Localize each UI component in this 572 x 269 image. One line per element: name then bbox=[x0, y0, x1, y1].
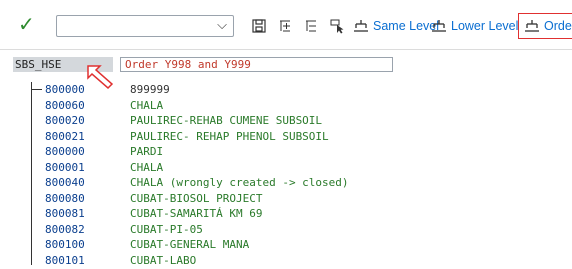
node-code: 800101 bbox=[45, 253, 85, 267]
node-code: 800060 bbox=[45, 98, 85, 112]
node-description: CUBAT-BIOSOL PROJECT bbox=[130, 191, 263, 205]
tree-row[interactable]: 800080 CUBAT-BIOSOL PROJECT bbox=[0, 191, 572, 207]
node-description: CHALA bbox=[130, 98, 164, 112]
select-cursor-icon[interactable] bbox=[327, 15, 349, 37]
node-description: CUBAT-GENERAL MANA bbox=[130, 238, 250, 251]
expand-icon[interactable] bbox=[274, 15, 296, 37]
node-code: 800080 bbox=[45, 191, 85, 205]
tree-row[interactable]: 800040 CHALA (wrongly created -> closed) bbox=[0, 175, 572, 191]
node-code: 800000 bbox=[45, 145, 85, 158]
tree-row[interactable]: 800101 CUBAT-LABO bbox=[0, 253, 572, 269]
lower-level-button[interactable]: Lower Level bbox=[432, 15, 518, 37]
chevron-down-icon[interactable]: ⌵ bbox=[217, 18, 227, 33]
tree-row[interactable]: 800082 CUBAT-PI-05 bbox=[0, 222, 572, 238]
save-icon[interactable] bbox=[248, 15, 270, 37]
node-description: CHALA bbox=[130, 160, 164, 174]
tree-row[interactable]: 800000 899999 bbox=[0, 82, 572, 98]
tree-row[interactable]: 800060 CHALA bbox=[0, 98, 572, 114]
node-code: 800082 bbox=[45, 222, 85, 236]
node-description: CUBAT-LABO bbox=[130, 253, 197, 267]
node-code: 800021 bbox=[45, 129, 85, 143]
tree-row[interactable]: 800081 CUBAT-SAMARITÁ KM 69 bbox=[0, 206, 572, 222]
node-code: 800100 bbox=[45, 238, 85, 251]
hierarchy-icon bbox=[525, 19, 539, 33]
hierarchy-icon bbox=[354, 19, 368, 33]
hierarchy-icon bbox=[432, 19, 446, 33]
order-button[interactable]: Order bbox=[518, 13, 572, 39]
node-code: 800040 bbox=[45, 176, 85, 189]
toolbar: ✓ ⌵ Same Level Lower Level Order bbox=[0, 0, 572, 50]
node-description: PAULIREC-REHAB CUMENE SUBSOIL bbox=[130, 114, 323, 127]
tree-row[interactable]: 800100 CUBAT-GENERAL MANA bbox=[0, 237, 572, 253]
node-code: 800020 bbox=[45, 114, 85, 127]
tree-row[interactable]: 800020 PAULIREC-REHAB CUMENE SUBSOIL bbox=[0, 113, 572, 129]
node-description: 899999 bbox=[130, 82, 184, 98]
same-level-button[interactable]: Same Level bbox=[354, 15, 439, 37]
command-field[interactable]: ⌵ bbox=[56, 15, 234, 37]
header-value-field[interactable]: Order Y998 and Y999 bbox=[120, 57, 393, 72]
node-description: CHALA (wrongly created -> closed) bbox=[130, 176, 349, 189]
collapse-icon[interactable] bbox=[300, 15, 322, 37]
same-level-label: Same Level bbox=[373, 19, 440, 33]
checkmark-icon[interactable]: ✓ bbox=[18, 12, 35, 36]
tree-row[interactable]: 800000 PARDI bbox=[0, 144, 572, 160]
node-description: CUBAT-PI-05 bbox=[130, 222, 203, 236]
tree-row[interactable]: 800021 PAULIREC- REHAP PHENOL SUBSOIL bbox=[0, 129, 572, 145]
node-description: PARDI bbox=[130, 145, 164, 158]
lower-level-label: Lower Level bbox=[451, 19, 519, 33]
node-description: PAULIREC- REHAP PHENOL SUBSOIL bbox=[130, 129, 329, 143]
order-label: Order bbox=[544, 19, 572, 33]
tree-row[interactable]: 800001 CHALA bbox=[0, 160, 572, 176]
node-code: 800000 bbox=[45, 83, 85, 96]
node-code: 800081 bbox=[45, 207, 85, 220]
node-description: CUBAT-SAMARITÁ KM 69 bbox=[130, 207, 263, 220]
node-code: 800001 bbox=[45, 160, 85, 174]
